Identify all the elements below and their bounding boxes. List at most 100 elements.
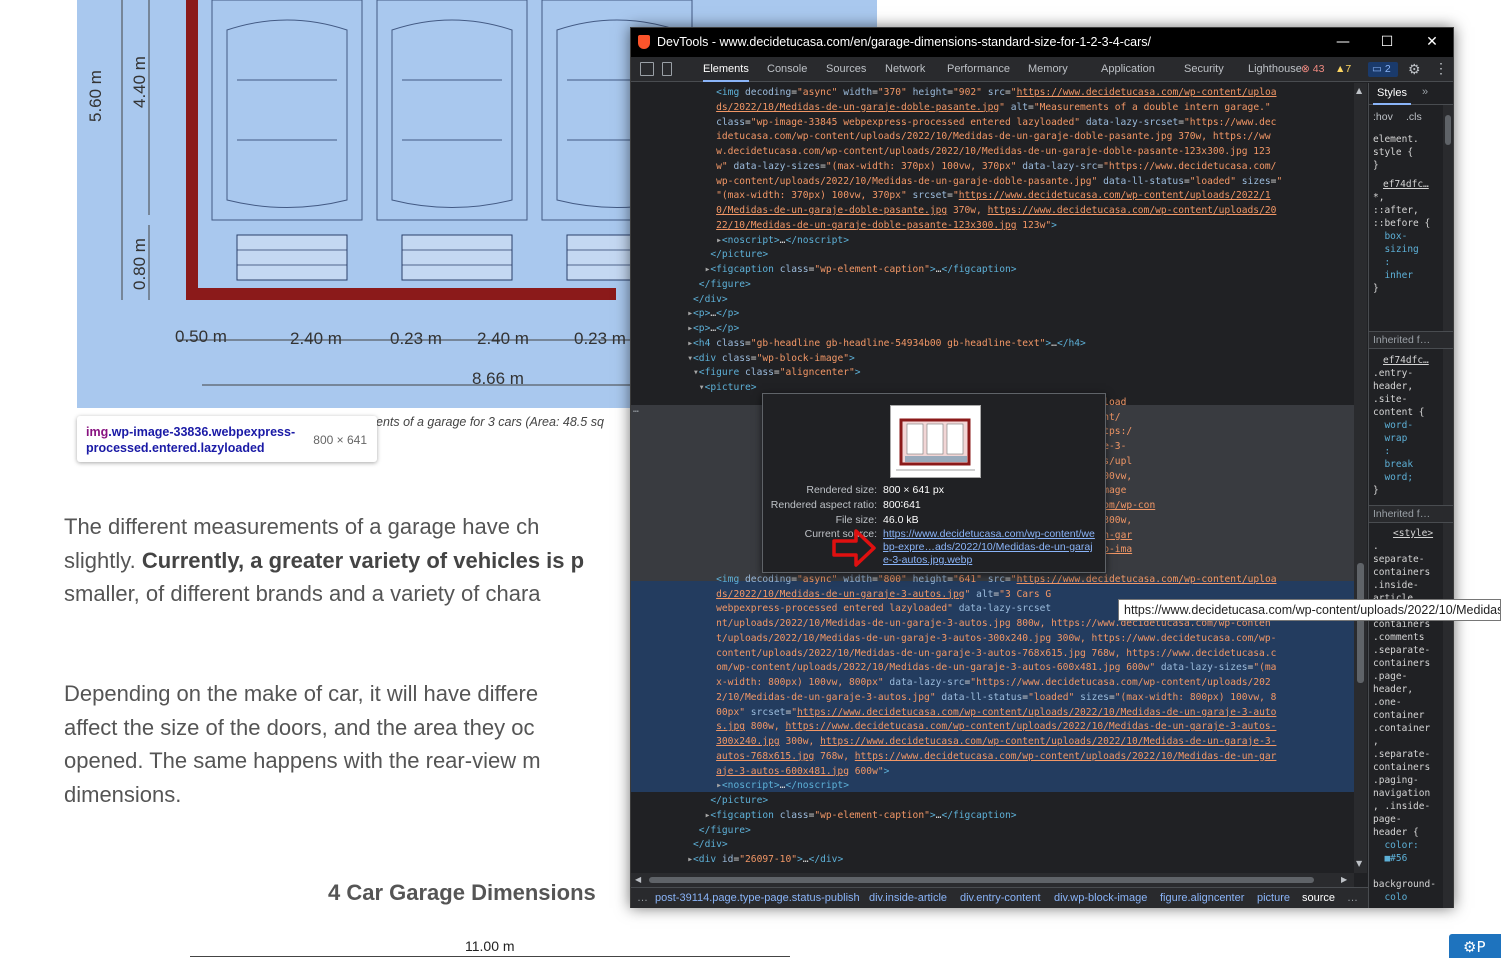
elements-vertical-scroll-thumb[interactable] — [1357, 563, 1364, 683]
style-rule-line[interactable]: colo — [1373, 891, 1407, 904]
style-rule-line[interactable]: containers — [1373, 657, 1430, 670]
tab-elements[interactable]: Elements — [703, 57, 749, 82]
dom-node-line[interactable]: </picture> — [710, 794, 768, 809]
dom-node-line[interactable]: x-width: 800px) 100vw, 800px" data-lazy-… — [716, 676, 1271, 691]
style-rule-line[interactable]: box- — [1373, 230, 1407, 243]
scroll-left-icon[interactable]: ◀ — [635, 875, 641, 884]
dom-node-line[interactable]: <img decoding="async" width="370" height… — [716, 86, 1276, 101]
dom-node-line[interactable]: "(max-width: 370px) 100vw, 370px" srcset… — [716, 189, 1271, 204]
warning-count-badge[interactable]: ▲7 — [1335, 62, 1351, 77]
style-rule-line[interactable]: .separate- — [1373, 644, 1430, 657]
dom-node-line[interactable]: wp-content/uploads/2022/10/Medidas-de-un… — [716, 175, 1282, 190]
dom-node-line[interactable]: ▸<h4 class="gb-headline gb-headline-5493… — [687, 337, 1086, 352]
style-rule-line[interactable]: ::after, — [1373, 204, 1419, 217]
inherited-from-section[interactable]: Inherited f… — [1369, 331, 1453, 349]
rule-source-link[interactable]: ef74dfc… — [1383, 178, 1429, 191]
style-rule-line[interactable]: : — [1373, 445, 1390, 458]
dom-node-line[interactable]: </figure> — [699, 278, 751, 293]
dom-node-line[interactable]: </div> — [693, 293, 728, 308]
style-rule-line[interactable]: .container — [1373, 722, 1430, 735]
style-rule-line[interactable]: page- — [1373, 813, 1402, 826]
style-rule-line[interactable]: background- — [1373, 878, 1436, 891]
style-rule-line[interactable]: .comments — [1373, 631, 1424, 644]
style-rule-line[interactable]: .inside- — [1373, 579, 1419, 592]
tab-sources[interactable]: Sources — [826, 57, 866, 82]
device-toolbar-icon[interactable] — [662, 62, 672, 76]
elements-horizontal-scrollbar[interactable]: ◀ ▶ — [631, 873, 1354, 887]
maximize-button[interactable]: ☐ — [1372, 31, 1402, 53]
dom-node-line[interactable]: t/uploads/2022/10/Medidas-de-un-garaje-3… — [716, 632, 1276, 647]
rule-source-link[interactable]: ef74dfc… — [1383, 354, 1429, 367]
tab-security[interactable]: Security — [1184, 57, 1224, 82]
style-rule-line[interactable]: containers — [1373, 761, 1430, 774]
dom-node-line[interactable]: 22/10/Medidas-de-un-garaje-doble-pasante… — [716, 219, 1057, 234]
dom-node-line[interactable]: ▸<p>…</p> — [687, 307, 739, 322]
style-rule-line[interactable]: navigation — [1373, 787, 1430, 800]
dom-node-line[interactable]: s.jpg 800w, https://www.decidetucasa.com… — [716, 720, 1276, 735]
dom-node-line[interactable]: w.decidetucasa.com/wp-content/uploads/20… — [716, 145, 1271, 160]
style-rule-line[interactable]: word- — [1373, 419, 1413, 432]
dom-node-line[interactable]: webpexpress-processed entered lazyloaded… — [716, 602, 1051, 617]
style-rule-line[interactable]: container — [1373, 709, 1424, 722]
tab-network[interactable]: Network — [885, 57, 925, 82]
styles-pane[interactable]: Styles » :hov .cls element. style {} ef74d… — [1368, 83, 1453, 908]
dom-node-line[interactable]: ▾<div class="wp-block-image"> — [687, 352, 855, 367]
scroll-down-icon[interactable]: ▼ — [1356, 859, 1362, 868]
dom-node-line[interactable]: aje-3-autos-600x481.jpg 600w"> — [716, 765, 889, 780]
style-rule-line[interactable]: style { — [1373, 146, 1413, 159]
devtools-titlebar[interactable]: DevTools - www.decidetucasa.com/en/garag… — [631, 28, 1453, 57]
style-rule-line[interactable]: .page- — [1373, 670, 1407, 683]
style-rule-line[interactable]: ■#56 — [1373, 852, 1407, 865]
dom-node-line[interactable]: </div> — [693, 838, 728, 853]
style-rule-line[interactable]: } — [1373, 282, 1379, 295]
style-rule-line[interactable]: .site- — [1373, 393, 1407, 406]
tab-performance[interactable]: Performance — [947, 57, 1010, 82]
inspect-element-icon[interactable] — [640, 62, 654, 76]
dom-node-line[interactable]: autos-768x615.jpg 768w, https://www.deci… — [716, 750, 1276, 765]
message-count-badge[interactable]: ▭ 2 — [1368, 62, 1398, 77]
tab-console[interactable]: Console — [767, 57, 807, 82]
dom-node-line[interactable]: ▸<noscript>…</noscript> — [716, 234, 849, 249]
style-rule-line[interactable]: element. — [1373, 133, 1419, 146]
style-rule-line[interactable]: header, — [1373, 380, 1413, 393]
settings-gear-icon[interactable]: ⚙ — [1408, 61, 1421, 78]
style-rule-line[interactable]: header { — [1373, 826, 1419, 839]
more-options-icon[interactable]: ⋮ — [1434, 60, 1448, 77]
style-rule-line[interactable]: .separate- — [1373, 748, 1430, 761]
breadcrumb-inside-article[interactable]: div.inside-article — [869, 892, 947, 904]
breadcrumb-article[interactable]: post-39114.page.type-page.status-publish — [655, 892, 860, 904]
style-rule-line[interactable]: containers — [1373, 566, 1430, 579]
dom-node-line[interactable]: 300x240.jpg 300w, https://www.decidetuca… — [716, 735, 1276, 750]
dom-node-line[interactable]: class="wp-image-33845 webpexpress-proces… — [716, 116, 1276, 131]
elements-horizontal-scroll-thumb[interactable] — [649, 877, 1314, 883]
dom-node-line[interactable]: <img decoding="async" width="800" height… — [716, 573, 1276, 588]
style-rule-line[interactable]: *, — [1373, 191, 1384, 204]
dom-node-line[interactable]: ds/2022/10/Medidas-de-un-garaje-3-autos.… — [716, 588, 1051, 603]
scroll-up-icon[interactable]: ▲ — [1356, 86, 1362, 95]
style-rule-line[interactable]: inher — [1373, 269, 1413, 282]
style-rule-line[interactable]: .entry- — [1373, 367, 1413, 380]
style-rule-line[interactable]: header, — [1373, 683, 1413, 696]
tab-styles[interactable]: Styles — [1373, 83, 1411, 105]
style-rule-line[interactable]: .one- — [1373, 696, 1402, 709]
style-rule-line[interactable]: separate- — [1373, 553, 1424, 566]
dom-node-line[interactable]: w" data-lazy-sizes="(max-width: 370px) 1… — [716, 160, 1276, 175]
dom-node-line[interactable]: content/uploads/2022/10/Medidas-de-un-ga… — [716, 647, 1276, 662]
style-rule-line[interactable]: , — [1373, 735, 1379, 748]
tab-memory[interactable]: Memory — [1028, 57, 1068, 82]
style-rule-line[interactable]: .paging- — [1373, 774, 1419, 787]
breadcrumb-source[interactable]: source — [1302, 892, 1335, 904]
style-rule-line[interactable]: color: — [1373, 839, 1418, 852]
breadcrumb-overflow-left[interactable]: … — [637, 892, 648, 904]
dom-node-line[interactable]: 00px" srcset="https://www.decidetucasa.c… — [716, 706, 1276, 721]
current-source-link[interactable]: https://www.decidetucasa.com/wp-content/… — [883, 528, 1098, 567]
style-rule-line[interactable]: } — [1373, 159, 1379, 172]
elements-vertical-scrollbar[interactable]: ▲ ▼ — [1354, 83, 1367, 873]
error-count-badge[interactable]: ⊗ 43 — [1301, 62, 1324, 77]
dom-node-line[interactable]: 0/Medidas-de-un-garaje-doble-pasante.jpg… — [716, 204, 1276, 219]
breadcrumb-entry-content[interactable]: div.entry-content — [960, 892, 1041, 904]
style-rule-line[interactable]: sizing — [1373, 243, 1418, 256]
dom-node-line[interactable]: ds/2022/10/Medidas-de-un-garaje-doble-pa… — [716, 101, 1271, 116]
breadcrumb-wp-block-image[interactable]: div.wp-block-image — [1054, 892, 1147, 904]
inherited-from-section[interactable]: Inherited f… — [1369, 505, 1453, 523]
